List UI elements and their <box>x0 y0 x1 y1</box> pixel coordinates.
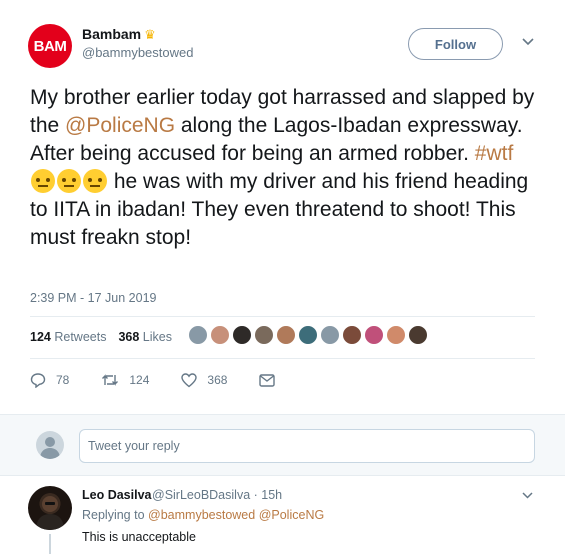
heart-icon <box>181 372 198 388</box>
direct-message-action[interactable] <box>259 373 276 387</box>
follow-button[interactable]: Follow <box>408 28 503 60</box>
author-handle[interactable]: @bammybestowed <box>82 45 193 60</box>
mention-link[interactable]: @PoliceNG <box>65 114 175 137</box>
replying-to: Replying to @bammybestowed @PoliceNG <box>82 508 324 522</box>
angry-face-icon <box>31 169 55 193</box>
liker-avatars <box>188 325 428 345</box>
liker-avatar[interactable] <box>386 325 406 345</box>
reply-compose-area: Tweet your reply <box>0 414 565 476</box>
divider <box>30 316 535 317</box>
retweets-count: 124 <box>30 330 51 344</box>
reply-action[interactable]: 78 <box>30 372 69 388</box>
likes-count: 368 <box>118 330 140 344</box>
chevron-down-icon[interactable] <box>522 488 533 502</box>
tweet-timestamp[interactable]: 2:39 PM - 17 Jun 2019 <box>30 291 156 305</box>
angry-face-icon <box>83 169 107 193</box>
tweet-actions: 78 124 368 <box>30 372 307 388</box>
author-display-name[interactable]: Bambam <box>82 26 141 42</box>
liker-avatar[interactable] <box>298 325 318 345</box>
replying-to-mention[interactable]: @bammybestowed <box>148 508 255 522</box>
thread-line <box>49 534 51 554</box>
liker-avatar[interactable] <box>210 325 230 345</box>
liker-avatar[interactable] <box>364 325 384 345</box>
reply-input[interactable]: Tweet your reply <box>79 429 535 463</box>
liker-avatar[interactable] <box>188 325 208 345</box>
reply-author-name[interactable]: Leo Dasilva <box>82 488 151 502</box>
liker-avatar[interactable] <box>254 325 274 345</box>
liker-avatar[interactable] <box>408 325 428 345</box>
reply-author-avatar[interactable] <box>28 486 72 530</box>
likes-label: Likes <box>142 330 172 344</box>
replying-to-mention[interactable]: @PoliceNG <box>259 508 325 522</box>
retweet-count: 124 <box>129 373 150 387</box>
author-name-row[interactable]: Bambam ♛ <box>82 26 156 42</box>
liker-avatar[interactable] <box>320 325 340 345</box>
retweets-stat[interactable]: 124 Retweets <box>30 330 106 344</box>
replying-to-label: Replying to <box>82 508 145 522</box>
tweet-text: My brother earlier today got harrassed a… <box>30 84 540 252</box>
envelope-icon <box>259 373 276 387</box>
reply-author-meta[interactable]: @SirLeoBDasilva · 15h <box>152 488 282 502</box>
likes-stat[interactable]: 368 Likes <box>118 330 172 344</box>
liker-avatar[interactable] <box>232 325 252 345</box>
author-avatar[interactable]: BAM <box>28 24 72 68</box>
engagement-stats: 124 Retweets 368 Likes <box>30 330 172 344</box>
retweet-icon <box>101 373 119 387</box>
crown-emoji-icon: ♛ <box>144 26 156 42</box>
like-action[interactable]: 368 <box>181 372 228 388</box>
tweet-header: BAM Bambam ♛ @bammybestowed Follow <box>28 24 548 68</box>
liker-avatar[interactable] <box>342 325 362 345</box>
retweet-action[interactable]: 124 <box>101 373 149 387</box>
angry-face-icon <box>57 169 81 193</box>
chevron-down-icon[interactable] <box>522 34 534 49</box>
divider <box>30 358 535 359</box>
like-count: 368 <box>207 373 228 387</box>
hashtag-link[interactable]: #wtf <box>475 142 514 165</box>
reply-text: This is unacceptable <box>82 530 196 544</box>
reply-count: 78 <box>56 373 70 387</box>
liker-avatar[interactable] <box>276 325 296 345</box>
retweets-label: Retweets <box>54 330 107 344</box>
reply-icon <box>30 372 46 388</box>
current-user-avatar <box>36 431 64 459</box>
